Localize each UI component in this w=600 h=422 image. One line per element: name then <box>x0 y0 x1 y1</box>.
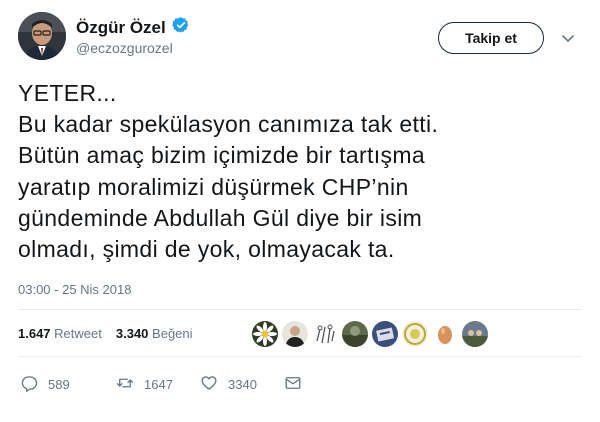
divider <box>18 356 582 357</box>
retweet-stat[interactable]: 1.647 Retweet <box>18 326 102 341</box>
retweet-button[interactable]: 1647 <box>116 374 196 395</box>
envelope-icon <box>284 374 302 395</box>
reply-count: 589 <box>48 377 70 392</box>
user-name-row: Özgür Özel <box>76 16 190 39</box>
like-action-count: 3340 <box>228 377 257 392</box>
heart-icon <box>200 374 218 395</box>
tweet-text-line: yaratıp moralimizi düşürmek CHP’nin <box>18 173 409 200</box>
liker-avatar[interactable] <box>402 321 428 347</box>
tweet-actions: 589 1647 3340 <box>20 374 302 395</box>
follow-button[interactable]: Takip et <box>438 22 544 54</box>
avatar[interactable] <box>18 12 66 60</box>
retweet-count: 1.647 <box>18 326 51 341</box>
tweet-card: Özgür Özel @eczozgurozel Takip et YETER.… <box>0 0 600 422</box>
verified-badge-icon <box>171 16 190 39</box>
tweet-text-line: olmadı, şimdi de yok, olmayacak ta. <box>18 236 395 263</box>
like-stat[interactable]: 3.340 Beğeni <box>116 326 193 341</box>
chevron-down-icon[interactable] <box>560 30 576 46</box>
tweet-text-line: YETER... <box>18 80 117 106</box>
like-button[interactable]: 3340 <box>200 374 280 395</box>
retweet-label: Retweet <box>54 326 102 341</box>
direct-message-button[interactable] <box>284 374 302 395</box>
divider <box>18 309 582 310</box>
reply-button[interactable]: 589 <box>20 374 100 395</box>
retweet-icon <box>116 374 134 395</box>
like-label: Beğeni <box>152 326 193 341</box>
tweet-stats: 1.647 Retweet 3.340 Beğeni <box>18 326 193 341</box>
liker-avatars <box>252 321 488 347</box>
display-name[interactable]: Özgür Özel <box>76 18 166 38</box>
reply-icon <box>20 374 38 395</box>
liker-avatar[interactable] <box>432 321 458 347</box>
tweet-text-line: gündeminde Abdullah Gül diye bir isim <box>18 204 423 231</box>
liker-avatar[interactable] <box>462 321 488 347</box>
tweet-timestamp[interactable]: 03:00 - 25 Nis 2018 <box>18 282 131 297</box>
liker-avatar[interactable] <box>342 321 368 347</box>
tweet-text: YETER... Bu kadar spekülasyon canımıza t… <box>18 78 588 265</box>
liker-avatar[interactable] <box>372 321 398 347</box>
retweet-action-count: 1647 <box>144 377 173 392</box>
liker-avatar[interactable] <box>312 321 338 347</box>
liker-avatar[interactable] <box>252 321 278 347</box>
tweet-text-line: Bütün amaç bizim içimizde bir tartışma <box>18 142 425 169</box>
liker-avatar[interactable] <box>282 321 308 347</box>
like-count: 3.340 <box>115 326 149 341</box>
user-handle[interactable]: @eczozgurozel <box>76 40 173 56</box>
tweet-text-line: Bu kadar spekülasyon canımıza tak etti. <box>18 111 439 138</box>
